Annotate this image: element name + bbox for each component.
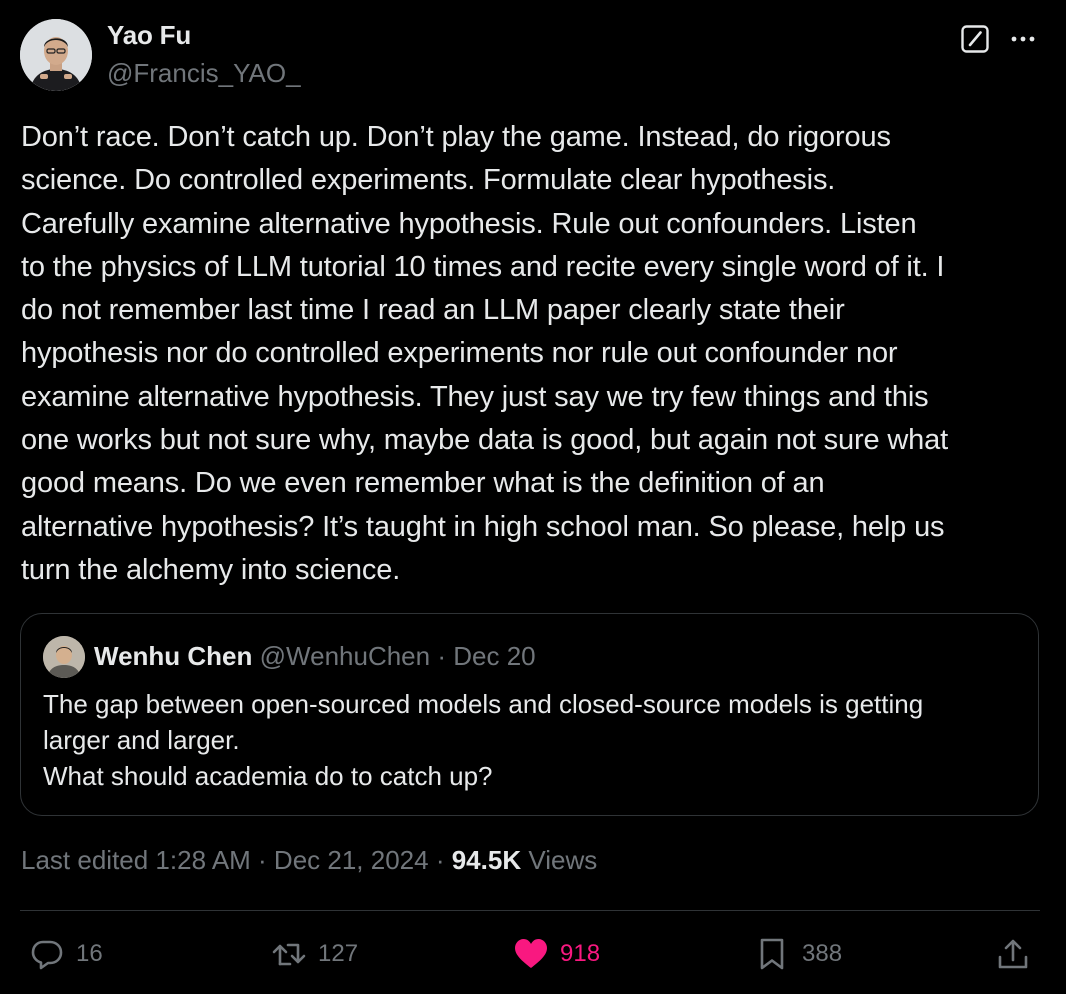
author-avatar[interactable]	[20, 19, 92, 91]
repost-icon	[270, 935, 308, 973]
share-button[interactable]	[994, 934, 1032, 974]
views-count: 94.5K	[451, 845, 522, 875]
quoted-tweet-header: Wenhu Chen @WenhuChen · Dec 20	[94, 641, 536, 672]
author-handle[interactable]: @Francis_YAO_	[107, 58, 301, 89]
bookmark-count: 388	[802, 940, 843, 967]
quoted-tweet-text: The gap between open-sourced models and …	[43, 689, 924, 791]
repost-count: 127	[318, 940, 359, 967]
quoted-date[interactable]: Dec 20	[453, 641, 535, 671]
divider	[20, 910, 1040, 911]
like-button[interactable]: 918	[512, 934, 600, 974]
quoted-author-avatar[interactable]	[43, 636, 85, 678]
grok-icon[interactable]	[960, 24, 990, 54]
more-icon[interactable]	[1008, 24, 1038, 54]
reply-button[interactable]: 16	[28, 934, 103, 974]
views-label: Views	[528, 845, 598, 875]
bookmark-button[interactable]: 388	[754, 934, 842, 974]
quoted-author-handle[interactable]: @WenhuChen	[260, 641, 430, 671]
author-name[interactable]: Yao Fu	[107, 20, 191, 51]
reply-count: 16	[76, 940, 103, 967]
tweet: Yao Fu @Francis_YAO_ Don’t race. Don’t c…	[0, 0, 1066, 994]
quoted-separator: ·	[437, 641, 447, 671]
share-icon	[994, 935, 1032, 973]
reply-icon	[28, 935, 66, 973]
bookmark-icon	[754, 935, 792, 973]
tweet-meta: Last edited 1:28 AM · Dec 21, 2024 · 94.…	[21, 845, 597, 876]
quoted-author-name[interactable]: Wenhu Chen	[94, 641, 252, 671]
tweet-text: Don’t race. Don’t catch up. Don’t play t…	[21, 121, 949, 586]
like-count: 918	[560, 940, 601, 967]
edited-timestamp[interactable]: Last edited 1:28 AM · Dec 21, 2024 ·	[21, 845, 444, 875]
quoted-tweet[interactable]: Wenhu Chen @WenhuChen · Dec 20 The gap b…	[20, 613, 1039, 816]
like-icon	[512, 935, 550, 973]
repost-button[interactable]: 127	[270, 934, 358, 974]
